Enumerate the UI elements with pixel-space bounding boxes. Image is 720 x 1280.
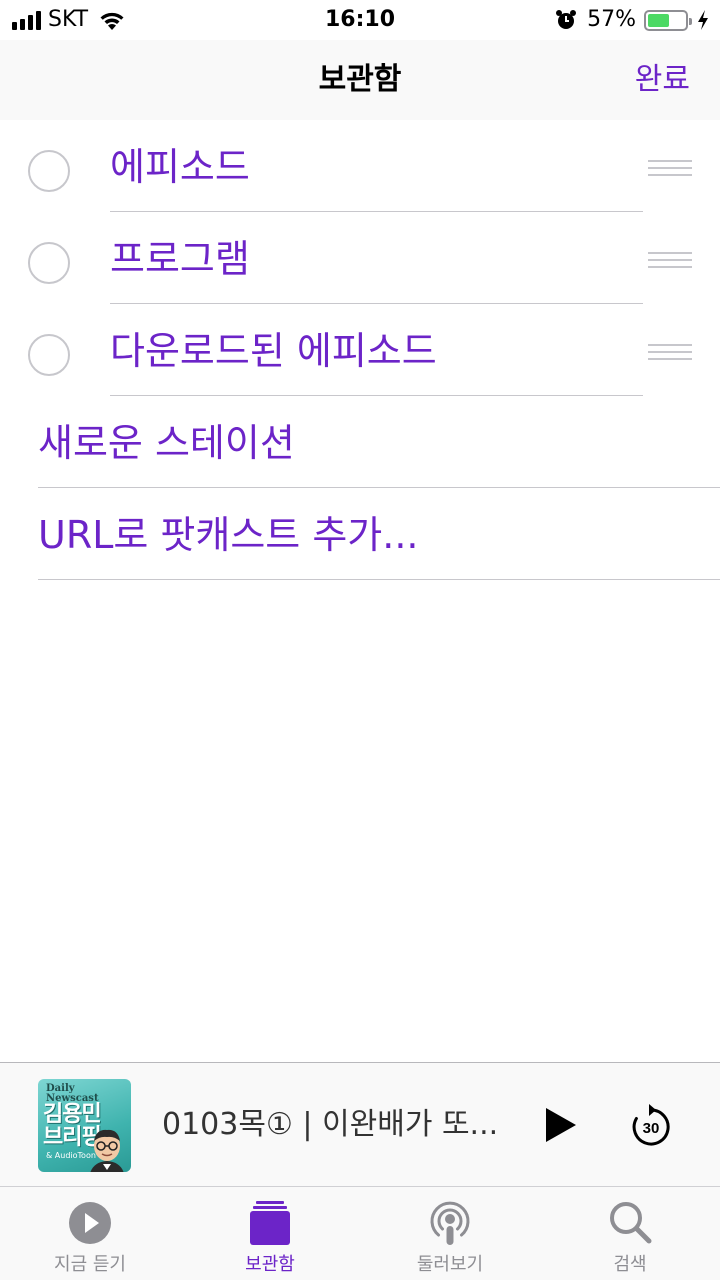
library-section-list: 에피소드 프로그램 다운로드된 에피소드 새로운 스테이션 URL로 팟캐스트 … [0, 120, 720, 580]
skip-forward-30-icon[interactable]: 30 [628, 1101, 674, 1149]
podcast-artwork[interactable]: Daily Newscast 김용민 브리핑 & AudioToon [38, 1079, 131, 1172]
podcast-icon [430, 1201, 470, 1245]
list-item-episodes[interactable]: 에피소드 [0, 120, 720, 212]
list-item-label: 다운로드된 에피소드 [110, 329, 437, 373]
navigation-bar: 보관함 완료 [0, 40, 720, 120]
done-button[interactable]: 완료 [635, 60, 690, 100]
list-item-downloaded-episodes[interactable]: 다운로드된 에피소드 [0, 304, 720, 396]
alarm-icon [556, 10, 577, 29]
reorder-handle-icon[interactable] [648, 160, 692, 178]
play-circle-icon [69, 1202, 111, 1244]
tab-bar: 지금 듣기 보관함 둘러보기 검색 [0, 1186, 720, 1280]
tab-listen-now[interactable]: 지금 듣기 [0, 1187, 180, 1280]
tab-browse[interactable]: 둘러보기 [360, 1187, 540, 1280]
list-item-label: 프로그램 [110, 237, 250, 281]
status-bar: SKT 16:10 57% [0, 0, 720, 40]
new-station-button[interactable]: 새로운 스테이션 [0, 396, 720, 488]
page-title: 보관함 [318, 62, 402, 97]
reorder-handle-icon[interactable] [648, 344, 692, 362]
skip-seconds-label: 30 [643, 1120, 660, 1137]
tab-label: 둘러보기 [416, 1254, 484, 1275]
now-playing-title[interactable]: 0103목① | 이완배가 또... [162, 1105, 498, 1145]
list-item-label: 에피소드 [110, 145, 250, 189]
host-illustration [90, 1129, 124, 1172]
add-podcast-by-url-button[interactable]: URL로 팟캐스트 추가... [0, 488, 720, 580]
mini-player[interactable]: Daily Newscast 김용민 브리핑 & AudioToon 0103목… [0, 1062, 720, 1186]
tab-search[interactable]: 검색 [540, 1187, 720, 1280]
search-icon [610, 1202, 652, 1244]
battery-level-fill [648, 13, 669, 27]
tab-label: 지금 듣기 [54, 1254, 126, 1275]
charging-bolt-icon [698, 10, 708, 30]
play-icon[interactable] [540, 1105, 580, 1145]
tab-label: 보관함 [245, 1254, 295, 1275]
tab-library[interactable]: 보관함 [180, 1187, 360, 1280]
select-circle[interactable] [28, 150, 70, 192]
divider [38, 579, 720, 580]
battery-percentage: 57% [587, 7, 636, 32]
select-circle[interactable] [28, 334, 70, 376]
battery-icon [644, 9, 692, 31]
list-item-shows[interactable]: 프로그램 [0, 212, 720, 304]
tab-label: 검색 [613, 1254, 647, 1275]
library-icon [250, 1201, 290, 1245]
artwork-brand: Daily Newscast [46, 1083, 99, 1104]
reorder-handle-icon[interactable] [648, 252, 692, 270]
status-right: 57% [555, 8, 710, 32]
add-podcast-by-url-label: URL로 팟캐스트 추가... [38, 513, 419, 557]
new-station-label: 새로운 스테이션 [38, 421, 295, 465]
select-circle[interactable] [28, 242, 70, 284]
